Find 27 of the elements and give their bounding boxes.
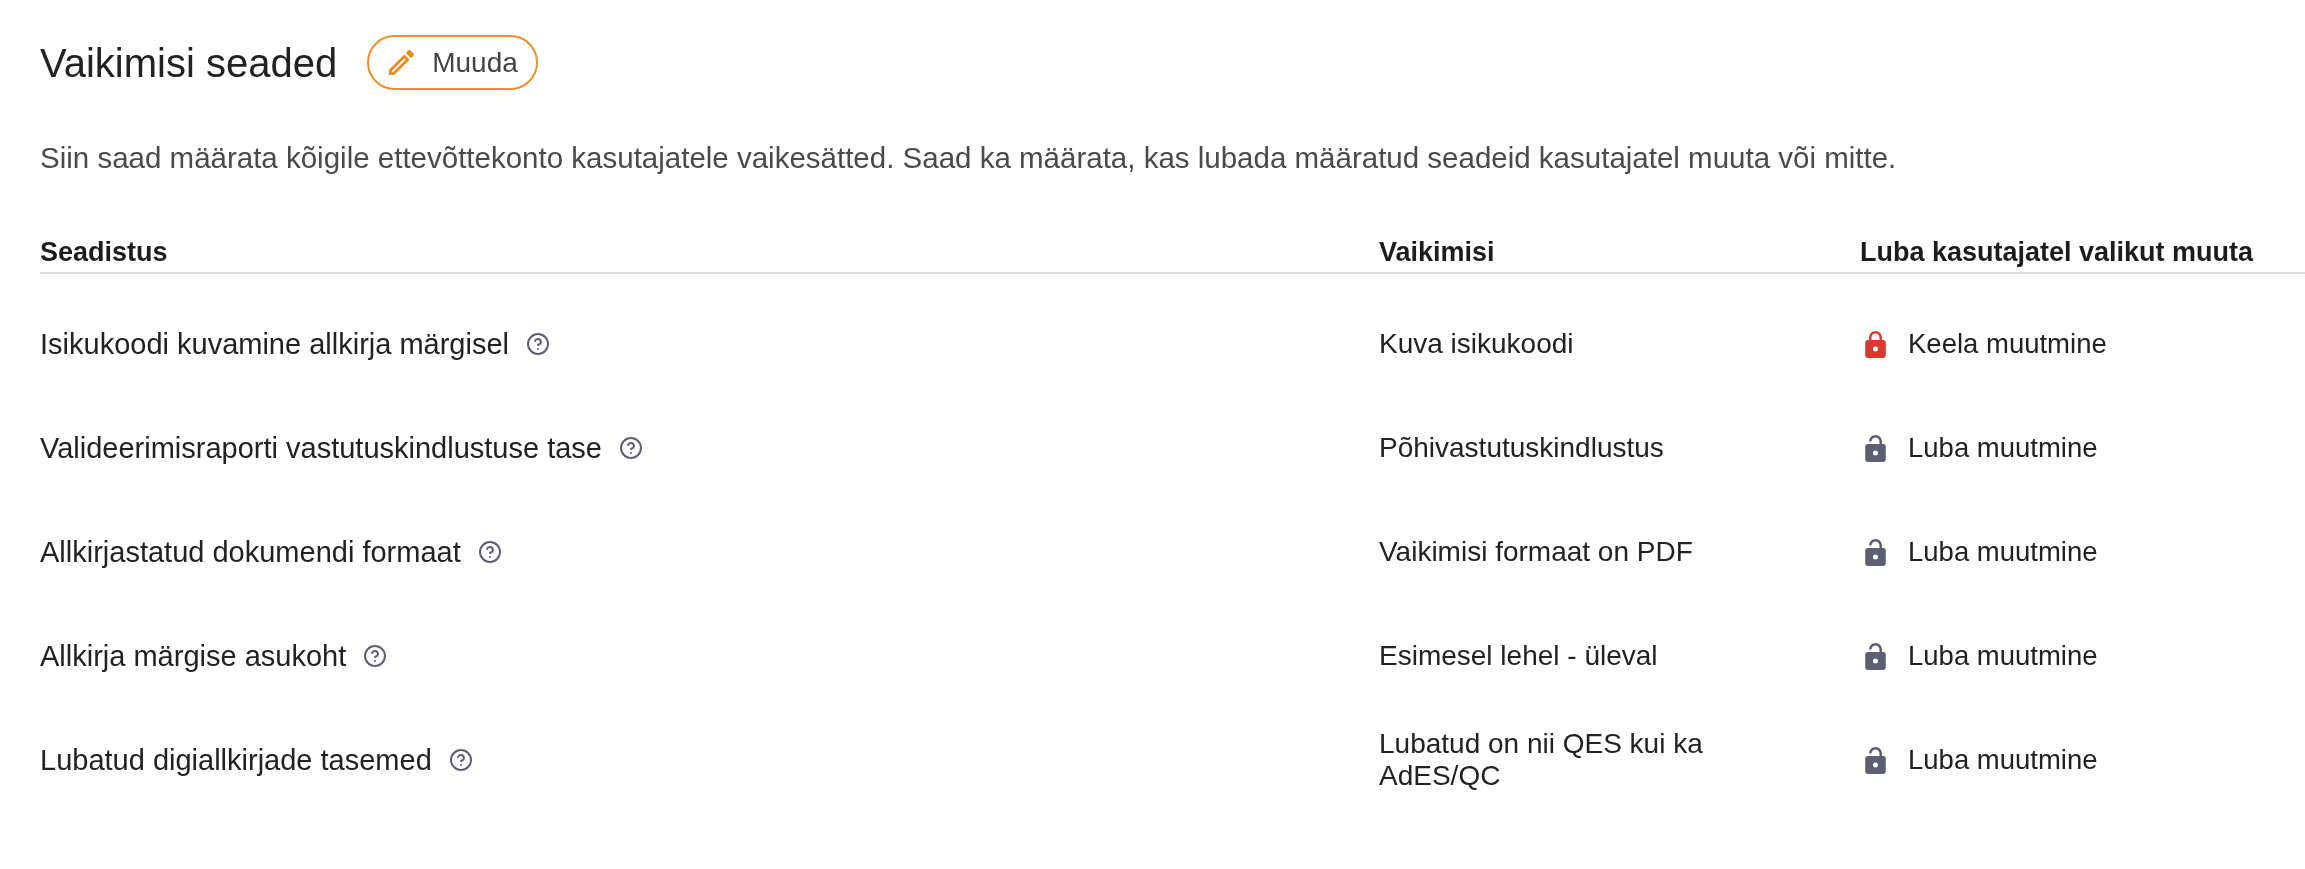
edit-button[interactable]: Muuda	[367, 35, 538, 90]
permission-status: Luba muutmine	[1908, 640, 2098, 672]
help-icon[interactable]	[363, 644, 388, 668]
permission-status: Luba muutmine	[1908, 536, 2098, 568]
column-header: Seadistus	[40, 236, 169, 269]
permission-status: Luba muutmine	[1908, 432, 2098, 464]
setting-name: Isikukoodi kuvamine allkirja märgisel	[40, 328, 509, 360]
setting-name: Lubatud digiallkirjade tasemed	[40, 744, 432, 776]
pencil-icon	[389, 50, 415, 75]
permission-status: Luba muutmine	[1908, 744, 2098, 776]
description-text: Siin saad määrata kõigile ettevõttekonto kasutajatele vaikesätted. Saad ka määrata, kas lubada määratud seadeid kasutajatel muuta või mitte.	[40, 140, 1898, 176]
permission-status: Keela muutmine	[1908, 328, 2107, 360]
setting-name: Valideerimisraporti vastutuskindlustuse tase	[40, 432, 602, 464]
help-icon[interactable]	[477, 540, 502, 564]
help-icon[interactable]	[448, 748, 473, 772]
help-icon[interactable]	[619, 436, 643, 460]
default-value: Kuva isikukoodi	[1379, 328, 1575, 360]
help-icon[interactable]	[526, 332, 550, 356]
column-header: Luba kasutajatel valikut muuta	[1860, 236, 2255, 269]
default-value: Vaikimisi formaat on PDF	[1379, 536, 1694, 568]
page-title: Vaikimisi seaded	[40, 39, 338, 87]
default-value: Esimesel lehel - üleval	[1379, 640, 1659, 672]
default-value: Lubatud on nii QES kui ka AdES/QC	[1379, 728, 1704, 792]
default-value: Põhivastutuskindlustus	[1379, 432, 1665, 464]
column-header: Vaikimisi	[1379, 236, 1496, 269]
setting-name: Allkirjastatud dokumendi formaat	[40, 536, 461, 568]
setting-name: Allkirja märgise asukoht	[40, 640, 347, 672]
